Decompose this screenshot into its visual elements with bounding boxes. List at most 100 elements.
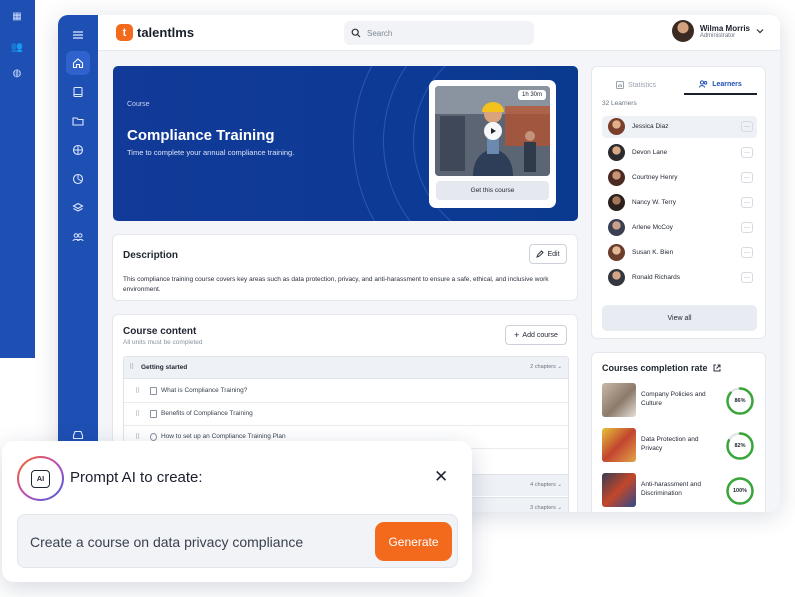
learner-name: Arlene McCoy (632, 224, 673, 231)
section-chapter-count[interactable]: 2 chapters ⌄ (530, 364, 562, 370)
course-thumbnail (602, 473, 636, 507)
chevron-down-icon (756, 29, 764, 34)
tab-learners-label: Learners (712, 80, 742, 88)
play-icon (491, 128, 496, 134)
completion-title-text: Courses completion rate (602, 363, 708, 373)
search-input[interactable]: Search (344, 21, 534, 45)
sidebar (58, 15, 98, 512)
section-header[interactable]: ⠿ Getting started 2 chapters ⌄ (124, 357, 568, 379)
completion-percent: 100% (732, 488, 748, 494)
hero-kicker: Course (127, 101, 150, 108)
learner-row[interactable]: Nancy W. Terry ··· (602, 192, 757, 214)
more-options-button[interactable]: ··· (741, 272, 753, 283)
palette-icon: ◍ (12, 67, 22, 79)
plus-icon: + (514, 330, 520, 340)
course-thumbnail (602, 428, 636, 462)
more-options-button[interactable]: ··· (741, 247, 753, 258)
user-role: Administrator (699, 32, 736, 39)
grid-icon: ▦ (12, 10, 22, 22)
tab-learners[interactable]: Learners (684, 75, 757, 95)
learner-name: Devon Lane (632, 149, 668, 156)
unit-label: Benefits of Compliance Training (161, 410, 253, 417)
course-thumbnail (602, 383, 636, 417)
home-icon[interactable] (66, 51, 90, 75)
completion-rate-card: Courses completion rate Company Policies… (591, 352, 766, 512)
avatar (608, 269, 625, 286)
layers-icon[interactable] (66, 196, 90, 220)
avatar (608, 244, 625, 261)
prompt-title: Prompt AI to create: (70, 469, 203, 486)
unit-label: What is Compliance Training? (161, 387, 248, 394)
learner-row[interactable]: Susan K. Bien ··· (602, 242, 757, 264)
document-icon (150, 410, 157, 418)
completion-row[interactable]: Anti-harassment and Discrimination 100% (602, 473, 757, 509)
chapter-count-label: 3 chapters (530, 505, 556, 511)
reports-icon[interactable] (66, 167, 90, 191)
course-label: Anti-harassment and Discrimination (641, 481, 701, 497)
duration-badge: 1h 30m (517, 90, 546, 100)
drag-handle-icon[interactable]: ⠿ (135, 410, 140, 418)
learner-row[interactable]: Devon Lane ··· (602, 142, 757, 164)
users-icon (699, 80, 708, 88)
logo-badge: t (116, 24, 133, 41)
learner-row[interactable]: Courtney Henry ··· (602, 167, 757, 189)
user-menu[interactable]: Wilma Morris Administrator (671, 20, 764, 42)
talentlms-logo[interactable]: t talentlms (116, 24, 194, 41)
globe-icon[interactable] (66, 138, 90, 162)
avatar (608, 144, 625, 161)
view-all-button[interactable]: View all (602, 305, 757, 331)
add-course-label: Add course (522, 331, 558, 339)
description-title: Description (123, 250, 179, 261)
course-title: Compliance Training (127, 127, 275, 144)
menu-icon[interactable] (66, 23, 90, 47)
folder-icon[interactable] (66, 109, 90, 133)
description-card: Description Edit This compliance trainin… (112, 234, 578, 301)
play-button[interactable] (484, 122, 502, 140)
chapter-count-label: 2 chapters (530, 364, 556, 370)
list-item[interactable]: ⠿ Benefits of Compliance Training (124, 403, 568, 426)
content-subtitle: All units must be completed (123, 339, 203, 346)
list-item[interactable]: ⠿ What is Compliance Training? (124, 380, 568, 403)
more-options-button[interactable]: ··· (741, 197, 753, 208)
learner-row[interactable]: Ronald Richards ··· (602, 267, 757, 289)
learner-row[interactable]: Jessica Diaz ··· (602, 116, 757, 138)
learner-name: Jessica Diaz (632, 123, 669, 130)
add-course-button[interactable]: + Add course (505, 325, 567, 345)
learner-name: Susan K. Bien (632, 249, 674, 256)
logo-text: talentlms (137, 25, 195, 40)
close-icon[interactable]: ✕ (434, 468, 448, 486)
pencil-icon (536, 250, 545, 258)
drag-handle-icon[interactable]: ⠿ (135, 433, 140, 441)
description-text: This compliance training course covers k… (123, 276, 549, 293)
more-options-button[interactable]: ··· (741, 222, 753, 233)
external-link-icon[interactable] (713, 364, 721, 372)
tab-statistics[interactable]: Statistics (616, 75, 656, 95)
avatar (608, 118, 625, 135)
more-options-button[interactable]: ··· (741, 172, 753, 183)
section-chapter-count[interactable]: 4 chapters ⌄ (530, 482, 562, 488)
drag-handle-icon[interactable]: ⠿ (135, 387, 140, 395)
completion-row[interactable]: Company Policies and Culture 86% (602, 383, 757, 419)
drag-handle-icon[interactable]: ⠿ (129, 363, 134, 371)
course-hero: Course Compliance Training Time to compl… (113, 66, 578, 221)
learner-row[interactable]: Arlene McCoy ··· (602, 217, 757, 239)
edit-button[interactable]: Edit (529, 244, 567, 264)
prompt-input[interactable]: Create a course on data privacy complian… (17, 514, 458, 568)
content-title: Course content (123, 326, 197, 337)
course-label: Data Protection and Privacy (641, 436, 699, 452)
ai-badge: AI (17, 456, 64, 501)
avatar (608, 219, 625, 236)
groups-icon[interactable] (66, 225, 90, 249)
course-video-thumbnail[interactable]: 1h 30m (435, 86, 550, 176)
search-placeholder: Search (367, 28, 393, 38)
search-icon (351, 28, 361, 38)
get-course-button[interactable]: Get this course (436, 181, 549, 200)
more-options-button[interactable]: ··· (741, 147, 753, 158)
user-name: Wilma Morris (699, 23, 750, 33)
section-chapter-count[interactable]: 3 chapters ⌄ (530, 505, 562, 511)
completion-row[interactable]: Data Protection and Privacy 82% (602, 428, 757, 464)
course-subtitle: Time to complete your annual compliance … (127, 148, 295, 157)
generate-button[interactable]: Generate (375, 522, 452, 561)
book-icon[interactable] (66, 80, 90, 104)
more-options-button[interactable]: ··· (741, 121, 753, 132)
